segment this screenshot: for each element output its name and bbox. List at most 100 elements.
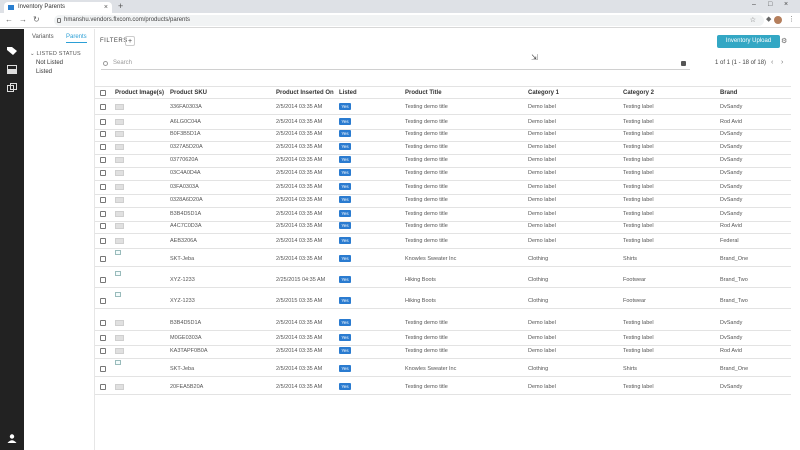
row-checkbox[interactable]	[100, 211, 106, 217]
image-placeholder-icon[interactable]	[115, 170, 124, 176]
cell-inserted-on: 2/5/2014 03:35 AM	[276, 256, 323, 262]
cell-inserted-on: 2/5/2014 03:35 AM	[276, 384, 323, 390]
cell-brand: DvSandy	[720, 335, 743, 341]
back-icon[interactable]: ←	[5, 15, 13, 24]
row-checkbox[interactable]	[100, 384, 106, 390]
row-checkbox[interactable]	[100, 320, 106, 326]
cell-category-2: Testing label	[623, 211, 654, 217]
image-placeholder-icon[interactable]	[115, 119, 124, 125]
column-header-category-2[interactable]: Category 2	[623, 90, 654, 96]
row-divider	[95, 141, 791, 142]
broken-image-icon[interactable]	[115, 271, 121, 276]
listed-badge: Yes	[339, 383, 351, 390]
close-tab-icon[interactable]: ×	[104, 2, 108, 13]
cell-sku: 03770620A	[170, 157, 199, 163]
row-checkbox[interactable]	[100, 238, 106, 244]
prev-page-icon[interactable]: ‹	[771, 59, 773, 66]
filter-option-listed[interactable]: Listed	[36, 69, 52, 75]
address-bar[interactable]: hmanshu.vendors.flxcom.com/products/pare…	[54, 15, 764, 26]
forward-icon[interactable]: →	[19, 15, 27, 24]
image-placeholder-icon[interactable]	[115, 131, 124, 137]
column-header-brand[interactable]: Brand	[720, 90, 737, 96]
close-window-icon[interactable]: ×	[784, 1, 788, 8]
cell-brand: Brand_Two	[720, 277, 748, 283]
menu-icon[interactable]: ⋮	[788, 15, 795, 23]
tag-icon[interactable]	[7, 46, 17, 55]
column-header-image[interactable]: Product Image(s)	[115, 90, 164, 96]
column-header-inserted-on[interactable]: Product Inserted On	[276, 90, 334, 96]
cell-category-1: Clothing	[528, 277, 549, 283]
broken-image-icon[interactable]	[115, 250, 121, 255]
user-icon[interactable]	[7, 434, 17, 443]
select-all-checkbox[interactable]	[100, 90, 106, 96]
row-checkbox[interactable]	[100, 104, 106, 110]
image-placeholder-icon[interactable]	[115, 348, 124, 354]
row-divider	[95, 308, 791, 309]
tab-variants[interactable]: Variants	[32, 34, 54, 40]
inbox-icon[interactable]	[7, 65, 17, 74]
row-checkbox[interactable]	[100, 256, 106, 262]
image-placeholder-icon[interactable]	[115, 320, 124, 326]
listed-badge: Yes	[339, 297, 351, 304]
image-placeholder-icon[interactable]	[115, 157, 124, 163]
app-nav-rail	[0, 29, 24, 450]
image-placeholder-icon[interactable]	[115, 335, 124, 341]
column-header-listed[interactable]: Listed	[339, 90, 357, 96]
broken-image-icon[interactable]	[115, 292, 121, 297]
image-placeholder-icon[interactable]	[115, 223, 124, 229]
row-checkbox[interactable]	[100, 157, 106, 163]
row-checkbox[interactable]	[100, 277, 106, 283]
add-filter-button[interactable]: +	[125, 36, 135, 46]
cell-sku: XYZ-1233	[170, 298, 195, 304]
image-placeholder-icon[interactable]	[115, 238, 124, 244]
minimize-icon[interactable]: –	[752, 1, 756, 8]
barcode-icon[interactable]	[681, 61, 686, 66]
row-checkbox[interactable]	[100, 348, 106, 354]
header-divider	[95, 86, 791, 87]
row-checkbox[interactable]	[100, 119, 106, 125]
maximize-icon[interactable]: □	[768, 1, 772, 8]
row-checkbox[interactable]	[100, 170, 106, 176]
tab-parents[interactable]: Parents	[66, 34, 87, 43]
filter-option-not-listed[interactable]: Not Listed	[36, 60, 63, 66]
cell-category-1: Demo label	[528, 384, 556, 390]
broken-image-icon[interactable]	[115, 360, 121, 365]
image-placeholder-icon[interactable]	[115, 197, 124, 203]
row-checkbox[interactable]	[100, 223, 106, 229]
inventory-upload-button[interactable]: Inventory Upload	[717, 35, 780, 48]
row-checkbox[interactable]	[100, 335, 106, 341]
cell-product-title: Knowles Sweater Inc	[405, 366, 457, 372]
profile-avatar[interactable]	[774, 16, 782, 24]
column-header-category-1[interactable]: Category 1	[528, 90, 559, 96]
image-placeholder-icon[interactable]	[115, 384, 124, 390]
bookmark-star-icon[interactable]: ☆	[750, 15, 756, 26]
column-header-sku[interactable]: Product SKU	[170, 90, 207, 96]
image-placeholder-icon[interactable]	[115, 144, 124, 150]
cell-category-1: Demo label	[528, 335, 556, 341]
browser-tab[interactable]: Inventory Parents ×	[4, 2, 112, 13]
cell-sku: M0GE0303A	[170, 335, 202, 341]
reload-icon[interactable]: ↻	[33, 15, 40, 24]
next-page-icon[interactable]: ›	[781, 59, 783, 66]
search-input[interactable]: Search	[101, 57, 690, 70]
new-tab-icon[interactable]: +	[118, 1, 123, 11]
row-checkbox[interactable]	[100, 366, 106, 372]
cell-inserted-on: 2/5/2014 03:35 AM	[276, 211, 323, 217]
column-header-title[interactable]: Product Title	[405, 90, 442, 96]
listed-badge: Yes	[339, 183, 351, 190]
image-placeholder-icon[interactable]	[115, 184, 124, 190]
row-checkbox[interactable]	[100, 298, 106, 304]
copy-icon[interactable]	[7, 83, 17, 92]
image-placeholder-icon[interactable]	[115, 104, 124, 110]
row-checkbox[interactable]	[100, 197, 106, 203]
image-placeholder-icon[interactable]	[115, 211, 124, 217]
cell-category-2: Testing label	[623, 131, 654, 137]
row-checkbox[interactable]	[100, 144, 106, 150]
row-checkbox[interactable]	[100, 131, 106, 137]
search-icon	[103, 61, 108, 66]
extension-icon[interactable]: ◆	[766, 15, 771, 23]
settings-icon[interactable]: ⚙	[781, 37, 787, 45]
row-checkbox[interactable]	[100, 184, 106, 190]
filter-group-listed-status[interactable]: ⌄ LISTED STATUS	[30, 51, 81, 57]
row-divider	[95, 248, 791, 249]
